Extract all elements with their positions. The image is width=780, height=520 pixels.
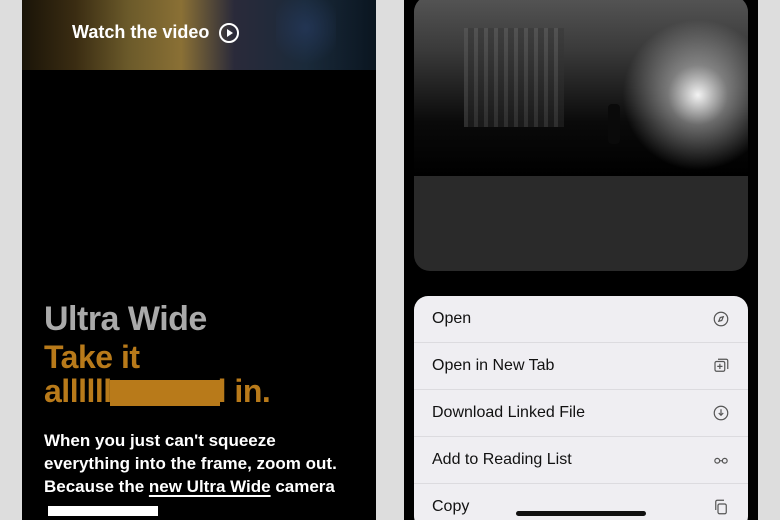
body-line3-suffix: camera	[271, 477, 335, 496]
hero-sub-line1: Take it	[44, 339, 140, 375]
menu-item-open[interactable]: Open	[414, 296, 748, 343]
menu-label: Download Linked File	[432, 404, 585, 422]
menu-label: Add to Reading List	[432, 451, 572, 469]
watch-video-label: Watch the video	[72, 22, 209, 43]
text-whitebar	[48, 506, 158, 516]
download-icon	[712, 404, 730, 422]
video-thumbnail[interactable]: Watch the video	[22, 0, 376, 70]
compass-icon	[712, 310, 730, 328]
play-icon	[219, 23, 239, 43]
menu-item-reading-list[interactable]: Add to Reading List	[414, 437, 748, 484]
menu-label: Open	[432, 310, 471, 328]
body-copy: When you just can't squeeze everything i…	[44, 430, 354, 520]
hero-text-block: Ultra Wide Take it allllll l in.	[44, 300, 354, 408]
menu-label: Copy	[432, 498, 469, 516]
body-line3-prefix: Because the	[44, 477, 149, 496]
hero-subtitle: Take it allllll l in.	[44, 341, 354, 408]
context-menu: Open Open in New Tab Download Linked Fil…	[414, 296, 748, 520]
text-smear	[110, 380, 220, 406]
body-line1: When you just can't squeeze	[44, 431, 276, 450]
watch-video-link[interactable]: Watch the video	[72, 22, 239, 43]
home-indicator[interactable]	[516, 511, 646, 516]
body-line3-underline: new Ultra Wide	[149, 477, 271, 496]
link-preview-card[interactable]	[414, 0, 748, 271]
body-line2: everything into the frame, zoom out.	[44, 454, 337, 473]
hero-title: Ultra Wide	[44, 300, 354, 339]
left-phone: Watch the video Ultra Wide Take it allll…	[22, 0, 376, 520]
glasses-icon	[712, 451, 730, 469]
menu-label: Open in New Tab	[432, 357, 554, 375]
hero-sub-suffix: l in.	[218, 373, 271, 409]
preview-image	[414, 0, 748, 176]
hero-sub-prefix: allllll	[44, 373, 112, 409]
menu-item-download[interactable]: Download Linked File	[414, 390, 748, 437]
tab-plus-icon	[712, 357, 730, 375]
copy-icon	[712, 498, 730, 516]
menu-item-open-new-tab[interactable]: Open in New Tab	[414, 343, 748, 390]
right-phone: Open Open in New Tab Download Linked Fil…	[404, 0, 758, 520]
